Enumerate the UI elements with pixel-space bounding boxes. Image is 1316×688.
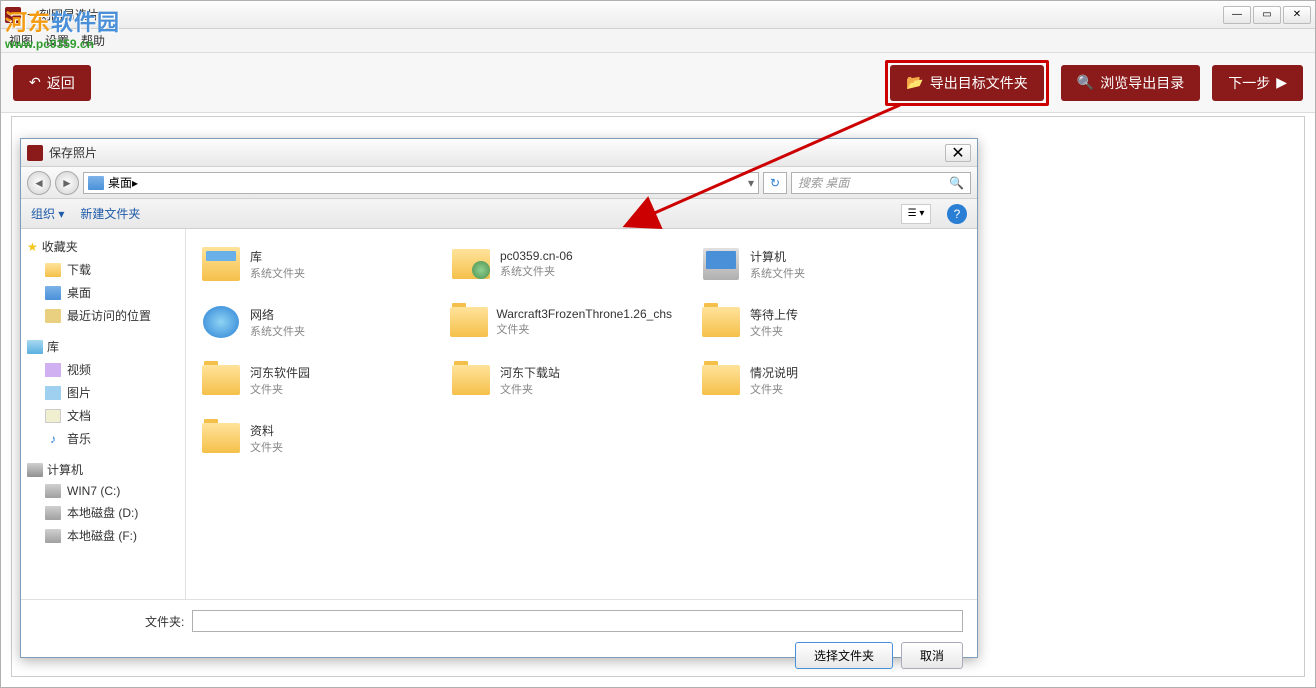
main-toolbar: ↶ 返回 📂 导出目标文件夹 🔍 浏览导出目录 下一步 ▶ xyxy=(1,53,1315,113)
minimize-button[interactable]: — xyxy=(1223,6,1251,24)
view-mode-button[interactable]: ☰ ▾ xyxy=(901,204,931,224)
cancel-button[interactable]: 取消 xyxy=(901,642,963,669)
sidebar-item-drive-f[interactable]: 本地磁盘 (F:) xyxy=(25,524,181,547)
computer-icon xyxy=(703,248,739,280)
folder-icon xyxy=(45,263,61,277)
main-menubar: 视图 设置 帮助 xyxy=(1,29,1315,53)
sidebar-item-desktop[interactable]: 桌面 xyxy=(25,281,181,304)
file-item-folder[interactable]: 河东下载站文件夹 xyxy=(446,355,676,405)
dialog-sidebar: ★ 收藏夹 下载 桌面 最近访问的位置 库 视频 图片 文档 ♪音乐 xyxy=(21,229,186,599)
sidebar-item-drive-d[interactable]: 本地磁盘 (D:) xyxy=(25,501,181,524)
folder-icon xyxy=(702,307,740,337)
close-button[interactable]: ✕ xyxy=(1283,6,1311,24)
sidebar-favorites-header[interactable]: ★ 收藏夹 xyxy=(25,235,181,258)
maximize-button[interactable]: ▭ xyxy=(1253,6,1281,24)
nav-search-box[interactable]: 搜索 桌面 🔍 xyxy=(791,172,971,194)
folder-icon xyxy=(202,423,240,453)
folder-icon xyxy=(452,365,490,395)
computer-icon xyxy=(27,463,43,477)
folder-icon xyxy=(450,307,488,337)
organize-dropdown[interactable]: 组织 ▾ xyxy=(31,205,64,222)
watermark-logo: 河东软件园 www.pc0359.cn xyxy=(5,5,120,51)
sidebar-item-drive-c[interactable]: WIN7 (C:) xyxy=(25,481,181,501)
breadcrumb-arrow-icon[interactable]: ▸ xyxy=(132,176,138,190)
nav-path-bar[interactable]: 桌面 ▸ ▾ xyxy=(83,172,759,194)
nav-back-button[interactable]: ◄ xyxy=(27,171,51,195)
app-title: 一刻网易选片 xyxy=(27,6,1223,23)
sidebar-item-documents[interactable]: 文档 xyxy=(25,404,181,427)
music-icon: ♪ xyxy=(45,432,61,446)
file-item-computer[interactable]: 计算机系统文件夹 xyxy=(696,239,926,289)
nav-forward-button[interactable]: ► xyxy=(55,171,79,195)
export-highlight-box: 📂 导出目标文件夹 xyxy=(885,60,1048,106)
back-arrow-icon: ↶ xyxy=(29,74,41,91)
search-placeholder: 搜索 桌面 xyxy=(798,174,849,191)
file-item-folder[interactable]: 等待上传文件夹 xyxy=(696,297,926,347)
export-target-button[interactable]: 📂 导出目标文件夹 xyxy=(890,65,1043,101)
next-step-button[interactable]: 下一步 ▶ xyxy=(1212,65,1303,101)
document-icon xyxy=(45,409,61,423)
sidebar-item-recent[interactable]: 最近访问的位置 xyxy=(25,304,181,327)
sidebar-item-music[interactable]: ♪音乐 xyxy=(25,427,181,450)
folder-open-icon: 📂 xyxy=(906,74,923,91)
chevron-right-icon: ▶ xyxy=(1276,74,1287,91)
desktop-icon xyxy=(88,176,104,190)
star-icon: ★ xyxy=(27,240,38,254)
new-folder-button[interactable]: 新建文件夹 xyxy=(80,205,140,222)
dialog-navbar: ◄ ► 桌面 ▸ ▾ ↻ 搜索 桌面 🔍 xyxy=(21,167,977,199)
sidebar-item-downloads[interactable]: 下载 xyxy=(25,258,181,281)
user-folder-icon xyxy=(452,249,490,279)
sidebar-computer-header[interactable]: 计算机 xyxy=(25,458,181,481)
file-item-folder[interactable]: Warcraft3FrozenThrone1.26_chs文件夹 xyxy=(446,297,676,347)
drive-icon xyxy=(45,529,61,543)
dialog-footer: 文件夹: 选择文件夹 取消 xyxy=(21,599,977,679)
select-folder-button[interactable]: 选择文件夹 xyxy=(795,642,893,669)
back-button[interactable]: ↶ 返回 xyxy=(13,65,91,101)
drive-icon xyxy=(45,484,61,498)
file-item-folder[interactable]: 情况说明文件夹 xyxy=(696,355,926,405)
library-icon xyxy=(27,340,43,354)
picture-icon xyxy=(45,386,61,400)
sidebar-libraries-header[interactable]: 库 xyxy=(25,335,181,358)
network-icon xyxy=(203,306,239,338)
dialog-title: 保存照片 xyxy=(49,144,945,161)
search-icon[interactable]: 🔍 xyxy=(949,176,964,190)
file-item-folder[interactable]: 河东软件园文件夹 xyxy=(196,355,426,405)
browse-export-button[interactable]: 🔍 浏览导出目录 xyxy=(1061,65,1200,101)
file-item-folder[interactable]: 资料文件夹 xyxy=(196,413,426,463)
dialog-toolbar: 组织 ▾ 新建文件夹 ☰ ▾ ? xyxy=(21,199,977,229)
file-item-library[interactable]: 库系统文件夹 xyxy=(196,239,426,289)
file-list-area: 库系统文件夹 pc0359.cn-06系统文件夹 计算机系统文件夹 网络系统文件… xyxy=(186,229,977,599)
folder-label: 文件夹: xyxy=(145,613,184,630)
video-icon xyxy=(45,363,61,377)
folder-name-input[interactable] xyxy=(192,610,963,632)
folder-icon xyxy=(202,365,240,395)
folder-icon xyxy=(702,365,740,395)
help-button[interactable]: ? xyxy=(947,204,967,224)
sidebar-item-videos[interactable]: 视频 xyxy=(25,358,181,381)
dialog-titlebar: 保存照片 ✕ xyxy=(21,139,977,167)
file-item-user[interactable]: pc0359.cn-06系统文件夹 xyxy=(446,239,676,289)
recent-icon xyxy=(45,309,61,323)
dialog-close-button[interactable]: ✕ xyxy=(945,144,971,162)
search-icon: 🔍 xyxy=(1077,74,1094,91)
save-dialog: 保存照片 ✕ ◄ ► 桌面 ▸ ▾ ↻ 搜索 桌面 🔍 组织 ▾ 新建文件夹 ☰… xyxy=(20,138,978,658)
sidebar-item-pictures[interactable]: 图片 xyxy=(25,381,181,404)
main-titlebar: 一刻网易选片 — ▭ ✕ xyxy=(1,1,1315,29)
desktop-icon xyxy=(45,286,61,300)
nav-path-text: 桌面 xyxy=(108,174,132,191)
library-icon xyxy=(202,247,240,281)
dialog-app-icon xyxy=(27,145,43,161)
nav-refresh-button[interactable]: ↻ xyxy=(763,172,787,194)
path-dropdown-icon[interactable]: ▾ xyxy=(748,176,754,190)
drive-icon xyxy=(45,506,61,520)
file-item-network[interactable]: 网络系统文件夹 xyxy=(196,297,426,347)
